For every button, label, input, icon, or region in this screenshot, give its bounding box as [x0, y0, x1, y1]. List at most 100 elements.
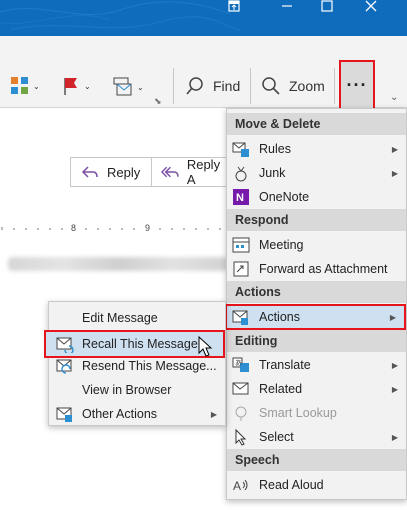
ruler-mark-9: 9 — [145, 223, 150, 232]
apps-button[interactable]: ⌄ — [10, 76, 40, 96]
submenu-item-label: Edit Message — [82, 311, 158, 325]
menu-item-label: Actions — [259, 310, 300, 324]
group-launcher-icon[interactable]: ⬊ — [154, 96, 162, 107]
zoom-icon — [262, 77, 280, 95]
reply-divider — [151, 158, 152, 186]
submenu-item-label: Other Actions — [82, 407, 158, 421]
chevron-down-icon: ⌄ — [84, 81, 91, 91]
section-header-respond: Respond — [227, 209, 406, 231]
onenote-icon: N — [230, 186, 252, 208]
ribbon-expand-icon[interactable]: ⌄ — [390, 92, 398, 103]
submenu-item-label: View in Browser — [82, 383, 172, 397]
junk-icon — [230, 162, 252, 184]
ribbon-divider — [250, 68, 251, 104]
menu-item-junk[interactable]: Junk ▶ — [227, 161, 406, 185]
submenu-arrow-icon: ▶ — [391, 144, 398, 154]
menu-item-label: Read Aloud — [259, 478, 324, 492]
menu-item-label: Select — [259, 430, 294, 444]
submenu-item-edit-message[interactable]: Edit Message — [49, 306, 225, 330]
submenu-arrow-icon: ▶ — [391, 384, 398, 394]
submenu-item-other-actions[interactable]: Other Actions ▶ — [49, 402, 225, 426]
mouse-cursor-icon — [198, 336, 213, 357]
reply-all-label: Reply A — [186, 157, 221, 187]
meeting-icon — [230, 234, 252, 256]
menu-item-label: Junk — [259, 166, 286, 180]
maximize-icon[interactable] — [321, 0, 355, 36]
menu-item-label: Translate — [259, 358, 311, 372]
submenu-arrow-icon: ▶ — [391, 168, 398, 178]
svg-text:あ: あ — [235, 359, 242, 367]
outlook-window: ⌄ ⌄ ⌄ ⬊ Find Zoom ··· ⌄ Reply Reply A 8 … — [0, 0, 407, 510]
ruler-mark-8: 8 — [71, 223, 76, 232]
recall-icon — [54, 333, 76, 355]
svg-text:N: N — [236, 192, 244, 204]
menu-item-onenote[interactable]: N OneNote — [227, 185, 406, 209]
actions-submenu: Edit Message Recall This Message... Rese… — [44, 301, 226, 426]
reply-label: Reply — [107, 164, 141, 180]
menu-item-label: OneNote — [259, 190, 310, 204]
search-icon — [186, 77, 203, 95]
zoom-label: Zoom — [289, 78, 325, 94]
menu-item-rules[interactable]: Rules ▶ — [227, 137, 406, 161]
submenu-item-label: Resend This Message... — [82, 359, 217, 373]
blank-icon — [54, 307, 76, 329]
svg-text:A: A — [233, 479, 241, 493]
chevron-down-icon: ⌄ — [33, 81, 40, 91]
find-button[interactable]: Find — [185, 76, 240, 96]
ribbon-divider — [334, 68, 335, 104]
reply-all-icon — [161, 166, 179, 178]
apps-grid-icon — [11, 77, 28, 94]
menu-item-label: Related — [259, 382, 303, 396]
section-header-move-delete: Move & Delete — [227, 113, 406, 135]
menu-item-meeting[interactable]: Meeting — [227, 233, 406, 257]
submenu-arrow-icon: ▶ — [210, 409, 217, 419]
menu-item-label: Meeting — [259, 238, 304, 252]
flag-button[interactable]: ⌄ — [62, 76, 91, 96]
menu-item-smart-lookup: Smart Lookup — [227, 401, 406, 425]
restore-icon[interactable] — [228, 0, 262, 36]
more-commands-button[interactable]: ··· — [339, 60, 375, 110]
rules-icon — [230, 138, 252, 160]
more-commands-label: ··· — [346, 74, 368, 95]
menu-item-read-aloud[interactable]: A Read Aloud — [227, 473, 406, 497]
select-icon — [230, 426, 252, 448]
menu-item-label: Smart Lookup — [259, 406, 337, 420]
menu-item-forward-attachment[interactable]: Forward as Attachment — [227, 257, 406, 281]
related-icon — [230, 378, 252, 400]
section-header-speech: Speech — [227, 449, 406, 471]
other-actions-icon — [54, 403, 76, 425]
submenu-arrow-icon: ▶ — [391, 360, 398, 370]
smart-lookup-icon — [230, 402, 252, 424]
menu-item-label: Rules — [259, 142, 291, 156]
menu-item-select[interactable]: Select ▶ — [227, 425, 406, 449]
resend-icon — [54, 355, 76, 377]
flag-icon — [64, 78, 77, 95]
menu-item-related[interactable]: Related ▶ — [227, 377, 406, 401]
submenu-arrow-icon: ▶ — [391, 432, 398, 442]
reply-icon — [81, 166, 98, 178]
reply-button[interactable]: Reply — [81, 158, 140, 186]
ruler: 8 9 — [1, 223, 221, 232]
minimize-icon[interactable] — [281, 0, 315, 36]
menu-item-actions[interactable]: Actions ▶ — [225, 304, 406, 330]
more-commands-menu: Move & Delete Rules ▶ Junk ▶ N OneNote R… — [225, 108, 407, 500]
menu-item-label: Forward as Attachment — [259, 262, 388, 276]
chevron-down-icon: ⌄ — [137, 82, 144, 92]
forward-attachment-icon — [230, 258, 252, 280]
close-icon[interactable] — [365, 0, 399, 36]
zoom-button[interactable]: Zoom — [261, 76, 325, 96]
reply-all-button[interactable]: Reply A — [161, 157, 229, 187]
section-header-editing: Editing — [227, 330, 406, 352]
find-label: Find — [213, 78, 241, 94]
submenu-item-label: Recall This Message... — [82, 337, 209, 351]
submenu-item-view-in-browser[interactable]: View in Browser — [49, 378, 225, 402]
move-message-icon — [113, 77, 132, 96]
title-bar — [0, 0, 407, 36]
translate-icon: あ — [230, 354, 252, 376]
ribbon-divider — [173, 68, 174, 104]
blurred-message-text — [8, 257, 228, 271]
move-button[interactable]: ⌄ — [112, 76, 144, 98]
submenu-arrow-icon: ▶ — [389, 312, 396, 322]
menu-item-translate[interactable]: あ Translate ▶ — [227, 353, 406, 377]
blank-icon — [54, 379, 76, 401]
